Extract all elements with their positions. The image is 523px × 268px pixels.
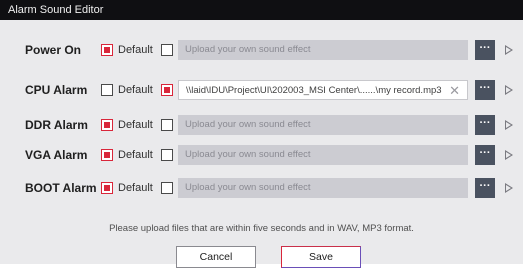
window-title: Alarm Sound Editor (8, 4, 104, 16)
sound-file-placeholder: Upload your own sound effect (185, 182, 311, 193)
sound-file-path: \\laid\IDU\Project\UI\202003_MSI Center\… (186, 85, 442, 96)
upload-note: Please upload files that are within five… (109, 223, 414, 234)
default-checkbox[interactable] (101, 149, 113, 161)
default-label: Default (118, 44, 153, 56)
sound-file-placeholder: Upload your own sound effect (185, 119, 311, 130)
play-icon[interactable] (505, 45, 513, 55)
default-checkbox[interactable] (101, 182, 113, 194)
default-checkbox[interactable] (101, 84, 113, 96)
sound-file-input[interactable]: Upload your own sound effect (178, 178, 468, 198)
alarm-row: CPU Alarm Default \\laid\IDU\Project\UI\20… (0, 80, 523, 102)
clear-icon[interactable]: ✕ (449, 83, 460, 99)
default-checkbox[interactable] (101, 119, 113, 131)
play-icon[interactable] (505, 183, 513, 193)
play-icon[interactable] (505, 120, 513, 130)
browse-button[interactable]: ··· (475, 178, 495, 198)
alarm-label: BOOT Alarm (25, 181, 97, 195)
default-label: Default (118, 182, 153, 194)
alarm-row: DDR Alarm Default Upload your own sound ef… (0, 115, 523, 137)
upload-checkbox[interactable] (161, 182, 173, 194)
sound-file-input[interactable]: Upload your own sound effect (178, 115, 468, 135)
title-bar: Alarm Sound Editor (0, 0, 523, 20)
play-icon[interactable] (505, 85, 513, 95)
alarm-label: CPU Alarm (25, 83, 88, 97)
sound-file-input[interactable]: Upload your own sound effect (178, 40, 468, 60)
sound-file-placeholder: Upload your own sound effect (185, 149, 311, 160)
browse-button[interactable]: ··· (475, 40, 495, 60)
default-label: Default (118, 149, 153, 161)
default-checkbox[interactable] (101, 44, 113, 56)
alarm-row: Power On Default Upload your own sound eff… (0, 40, 523, 62)
sound-file-input[interactable]: \\laid\IDU\Project\UI\202003_MSI Center\… (178, 80, 468, 100)
alarm-panel: Power On Default Upload your own sound eff… (0, 20, 523, 268)
cancel-button[interactable]: Cancel (176, 246, 256, 268)
save-button[interactable]: Save (281, 246, 361, 268)
upload-checkbox[interactable] (161, 119, 173, 131)
alarm-label: DDR Alarm (25, 118, 88, 132)
browse-button[interactable]: ··· (475, 80, 495, 100)
browse-button[interactable]: ··· (475, 115, 495, 135)
alarm-row: BOOT Alarm Default Upload your own sound e… (0, 178, 523, 200)
alarm-label: VGA Alarm (25, 148, 88, 162)
upload-checkbox[interactable] (161, 44, 173, 56)
browse-button[interactable]: ··· (475, 145, 495, 165)
default-label: Default (118, 119, 153, 131)
sound-file-placeholder: Upload your own sound effect (185, 44, 311, 55)
upload-checkbox[interactable] (161, 84, 173, 96)
alarm-label: Power On (25, 43, 82, 57)
play-icon[interactable] (505, 150, 513, 160)
sound-file-input[interactable]: Upload your own sound effect (178, 145, 468, 165)
alarm-row: VGA Alarm Default Upload your own sound ef… (0, 145, 523, 167)
upload-checkbox[interactable] (161, 149, 173, 161)
default-label: Default (118, 84, 153, 96)
